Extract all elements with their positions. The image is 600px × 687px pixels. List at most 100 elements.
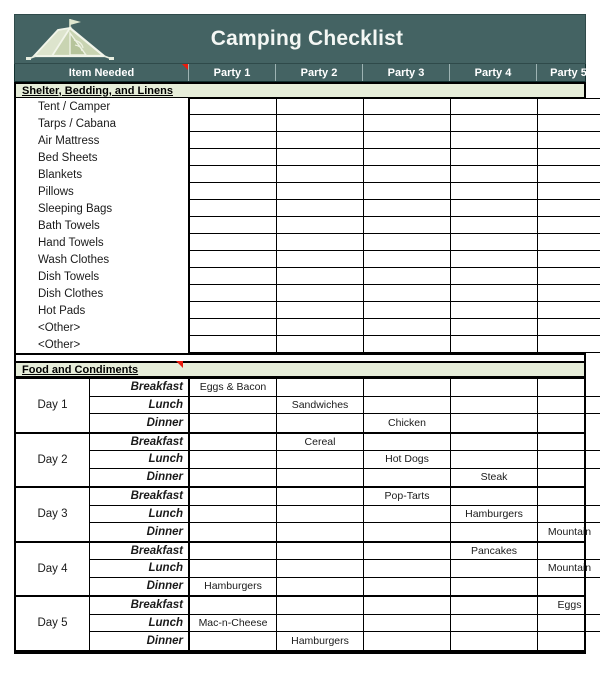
meal-cell-party-5[interactable] (538, 414, 600, 432)
checkbox-cell-party-4[interactable] (451, 115, 538, 132)
meal-cell-party-5[interactable]: Eggs (538, 597, 600, 615)
checkbox-cell-party-2[interactable] (277, 251, 364, 268)
meal-cell-party-5[interactable] (538, 397, 600, 414)
meal-cell-party-4[interactable] (451, 396, 538, 414)
meal-cell-party-5[interactable] (538, 506, 600, 523)
meal-cell-party-5[interactable] (538, 379, 600, 397)
checkbox-cell-party-5[interactable] (538, 336, 600, 353)
checkbox-cell-party-4[interactable] (451, 336, 538, 353)
meal-cell-party-3[interactable] (364, 597, 451, 615)
checkbox-cell-party-3[interactable] (364, 200, 451, 217)
meal-cell-party-2[interactable] (277, 542, 364, 560)
checkbox-cell-party-5[interactable] (538, 98, 600, 115)
checkbox-cell-party-5[interactable] (538, 285, 600, 302)
meal-cell-party-4[interactable] (451, 577, 538, 595)
meal-cell-party-3[interactable]: Chicken (364, 414, 451, 432)
checkbox-cell-party-4[interactable] (451, 302, 538, 319)
meal-cell-party-4[interactable] (451, 379, 538, 397)
meal-cell-party-2[interactable] (277, 488, 364, 506)
checkbox-cell-party-1[interactable] (190, 285, 277, 302)
meal-cell-party-4[interactable]: Steak (451, 468, 538, 486)
checkbox-cell-party-1[interactable] (190, 336, 277, 353)
meal-cell-party-3[interactable]: Pop-Tarts (364, 488, 451, 506)
checkbox-cell-party-3[interactable] (364, 98, 451, 115)
checkbox-cell-party-1[interactable] (190, 149, 277, 166)
checkbox-cell-party-2[interactable] (277, 183, 364, 200)
checkbox-cell-party-3[interactable] (364, 234, 451, 251)
meal-cell-party-5[interactable]: Mountain (538, 523, 600, 541)
checkbox-cell-party-4[interactable] (451, 132, 538, 149)
checkbox-cell-party-1[interactable] (190, 200, 277, 217)
meal-cell-party-5[interactable]: Mountain (538, 560, 600, 578)
checkbox-cell-party-2[interactable] (277, 217, 364, 234)
checkbox-cell-party-3[interactable] (364, 115, 451, 132)
checkbox-cell-party-4[interactable] (451, 234, 538, 251)
meal-cell-party-3[interactable]: Hot Dogs (364, 451, 451, 469)
checkbox-cell-party-5[interactable] (538, 166, 600, 183)
meal-cell-party-5[interactable] (538, 434, 600, 451)
checkbox-cell-party-1[interactable] (190, 234, 277, 251)
meal-cell-party-4[interactable] (451, 597, 538, 615)
meal-cell-party-4[interactable] (451, 560, 538, 578)
checkbox-cell-party-4[interactable] (451, 251, 538, 268)
checkbox-cell-party-2[interactable] (277, 285, 364, 302)
checkbox-cell-party-5[interactable] (538, 268, 600, 285)
meal-cell-party-3[interactable] (364, 577, 451, 595)
meal-cell-party-4[interactable]: Pancakes (451, 542, 538, 560)
checkbox-cell-party-2[interactable] (277, 336, 364, 353)
checkbox-cell-party-4[interactable] (451, 166, 538, 183)
meal-cell-party-2[interactable] (277, 505, 364, 523)
checkbox-cell-party-3[interactable] (364, 336, 451, 353)
meal-cell-party-1[interactable]: Mac-n-Cheese (190, 614, 277, 632)
meal-cell-party-1[interactable] (190, 632, 277, 650)
meal-cell-party-5[interactable] (538, 543, 600, 560)
meal-cell-party-5[interactable] (538, 469, 600, 487)
checkbox-cell-party-1[interactable] (190, 166, 277, 183)
meal-cell-party-4[interactable] (451, 488, 538, 506)
checkbox-cell-party-1[interactable] (190, 115, 277, 132)
meal-cell-party-5[interactable] (538, 578, 600, 596)
checkbox-cell-party-1[interactable] (190, 319, 277, 336)
checkbox-cell-party-3[interactable] (364, 268, 451, 285)
checkbox-cell-party-2[interactable] (277, 302, 364, 319)
meal-cell-party-2[interactable] (277, 523, 364, 541)
meal-cell-party-3[interactable] (364, 396, 451, 414)
meal-cell-party-3[interactable] (364, 632, 451, 650)
checkbox-cell-party-4[interactable] (451, 149, 538, 166)
checkbox-cell-party-4[interactable] (451, 183, 538, 200)
checkbox-cell-party-5[interactable] (538, 115, 600, 132)
checkbox-cell-party-3[interactable] (364, 217, 451, 234)
meal-cell-party-2[interactable]: Hamburgers (277, 632, 364, 650)
meal-cell-party-2[interactable] (277, 379, 364, 397)
checkbox-cell-party-5[interactable] (538, 302, 600, 319)
meal-cell-party-4[interactable] (451, 451, 538, 469)
checkbox-cell-party-2[interactable] (277, 319, 364, 336)
meal-cell-party-1[interactable] (190, 396, 277, 414)
checkbox-cell-party-5[interactable] (538, 319, 600, 336)
meal-cell-party-3[interactable] (364, 505, 451, 523)
checkbox-cell-party-3[interactable] (364, 302, 451, 319)
meal-cell-party-2[interactable]: Sandwiches (277, 396, 364, 414)
meal-cell-party-1[interactable] (190, 433, 277, 451)
checkbox-cell-party-5[interactable] (538, 217, 600, 234)
checkbox-cell-party-5[interactable] (538, 200, 600, 217)
meal-cell-party-4[interactable] (451, 523, 538, 541)
checkbox-cell-party-4[interactable] (451, 285, 538, 302)
meal-cell-party-1[interactable]: Eggs & Bacon (190, 379, 277, 397)
checkbox-cell-party-3[interactable] (364, 166, 451, 183)
checkbox-cell-party-1[interactable] (190, 268, 277, 285)
meal-cell-party-3[interactable] (364, 560, 451, 578)
comment-marker-icon[interactable] (176, 361, 183, 368)
checkbox-cell-party-4[interactable] (451, 319, 538, 336)
checkbox-cell-party-4[interactable] (451, 268, 538, 285)
checkbox-cell-party-2[interactable] (277, 166, 364, 183)
meal-cell-party-1[interactable] (190, 597, 277, 615)
meal-cell-party-3[interactable] (364, 614, 451, 632)
checkbox-cell-party-3[interactable] (364, 149, 451, 166)
meal-cell-party-2[interactable] (277, 597, 364, 615)
meal-cell-party-2[interactable] (277, 468, 364, 486)
checkbox-cell-party-1[interactable] (190, 98, 277, 115)
meal-cell-party-3[interactable] (364, 433, 451, 451)
meal-cell-party-2[interactable] (277, 414, 364, 432)
checkbox-cell-party-1[interactable] (190, 217, 277, 234)
